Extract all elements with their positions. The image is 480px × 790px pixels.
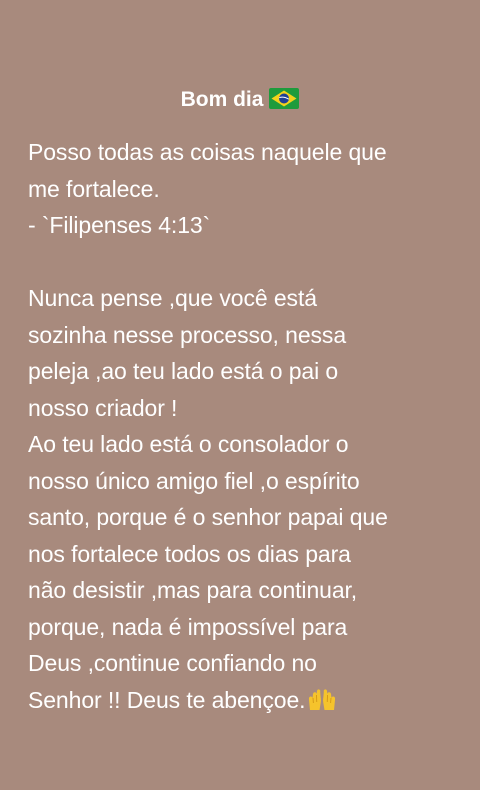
message-line: nosso criador ! [28, 394, 178, 421]
message-last-line: Senhor !! Deus te abençoe. [28, 682, 458, 719]
message-line: Deus ,continue confiando no [28, 650, 317, 676]
message-line: - `Filipenses 4:13` [28, 212, 211, 238]
last-line-end: Deus te abençoe. [120, 686, 306, 713]
message-line: Posso todas as coisas naquele que [28, 139, 387, 165]
message-line: Nunca pense ,que você está [28, 285, 317, 311]
message-line: Ao teu lado está o consolador o [28, 431, 349, 457]
message-line: nosso único amigo fiel ,o espírito [28, 467, 360, 494]
brazil-flag-icon [269, 88, 300, 109]
message-line: sozinha nesse processo, nessa [28, 321, 347, 348]
raising-hands-icon [309, 688, 336, 710]
message-line: nos fortalece todos os dias para [28, 540, 351, 567]
last-line-start: Senhor [28, 686, 108, 713]
title-text: Bom dia [180, 88, 264, 111]
message-line: porque, nada é impossível para [28, 613, 348, 640]
double-exclamation: !! [107, 686, 121, 713]
message-line: não desistir ,mas para continuar, [28, 577, 358, 603]
status-message: Posso todas as coisas naquele que me for… [28, 134, 458, 718]
status-title: Bom dia [0, 86, 480, 114]
message-line: peleja ,ao teu lado está o pai o [28, 358, 339, 384]
message-line: santo, porque é o senhor papai que [28, 504, 388, 530]
message-line: me fortalece. [28, 175, 160, 202]
status-screen[interactable]: Bom dia Posso todas as coisas naquele qu… [0, 0, 480, 790]
